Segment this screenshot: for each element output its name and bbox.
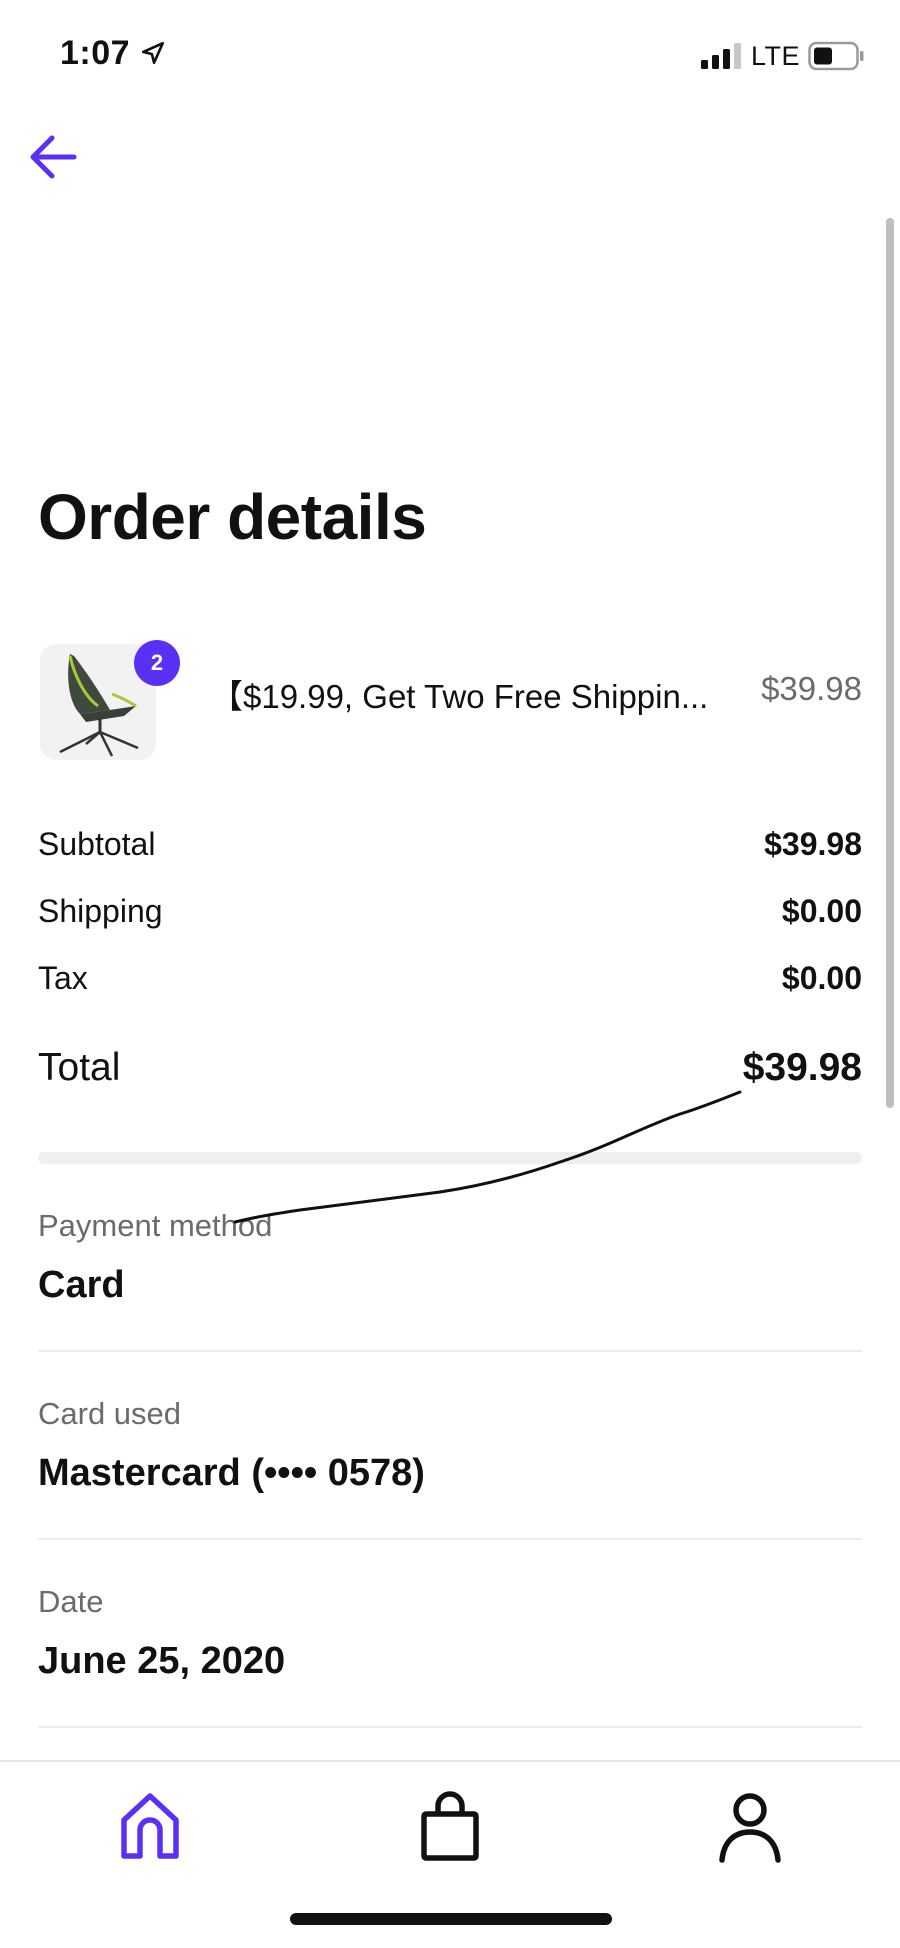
- cellular-signal-icon: [700, 43, 741, 69]
- card-used-value: Mastercard (•••• 0578): [38, 1452, 425, 1494]
- shipping-value: $0.00: [781, 893, 862, 929]
- network-type: LTE: [750, 40, 800, 71]
- date-label: Date: [38, 1584, 104, 1619]
- quantity-badge: 2: [134, 640, 180, 686]
- section-divider: [38, 1152, 862, 1164]
- battery-icon: [808, 41, 864, 71]
- tax-row: Tax $0.00: [38, 960, 862, 1010]
- product-price: $39.98: [761, 670, 862, 707]
- subtotal-value: $39.98: [764, 826, 862, 862]
- back-arrow-icon[interactable]: [26, 130, 80, 184]
- card-used-label: Card used: [38, 1396, 182, 1431]
- status-indicators: LTE: [700, 40, 864, 72]
- card-used-section: Card used Mastercard (•••• 0578): [38, 1396, 862, 1495]
- total-label: Total: [38, 1046, 121, 1089]
- payment-method-value: Card: [38, 1264, 125, 1306]
- shipping-label: Shipping: [38, 893, 163, 929]
- subtotal-label: Subtotal: [38, 826, 156, 862]
- user-icon[interactable]: [710, 1786, 790, 1866]
- total-row: Total $39.98: [38, 1046, 862, 1096]
- home-indicator[interactable]: [290, 1913, 612, 1925]
- divider: [38, 1538, 862, 1540]
- date-value: June 25, 2020: [38, 1640, 286, 1682]
- home-icon[interactable]: [110, 1786, 190, 1866]
- order-item-row[interactable]: 2 【$19.99, Get Two Free Shippin... $39.9…: [38, 640, 862, 765]
- payment-method-label: Payment method: [38, 1208, 273, 1243]
- tax-label: Tax: [38, 960, 88, 996]
- total-value: $39.98: [742, 1046, 862, 1089]
- divider: [38, 1726, 862, 1728]
- date-section: Date June 25, 2020: [38, 1584, 862, 1683]
- status-time: 1:07: [60, 34, 131, 72]
- payment-method-section: Payment method Card: [38, 1208, 862, 1307]
- tax-value: $0.00: [781, 960, 862, 996]
- location-arrow-icon: [141, 41, 165, 65]
- status-bar: 1:07 LTE: [0, 0, 900, 110]
- subtotal-row: Subtotal $39.98: [38, 826, 862, 876]
- scrollbar[interactable]: [886, 218, 894, 1108]
- divider: [38, 1350, 862, 1352]
- shipping-row: Shipping $0.00: [38, 893, 862, 943]
- page-title: Order details: [38, 481, 427, 553]
- shopping-bag-icon[interactable]: [410, 1786, 490, 1866]
- product-name: 【$19.99, Get Two Free Shippin...: [210, 678, 709, 715]
